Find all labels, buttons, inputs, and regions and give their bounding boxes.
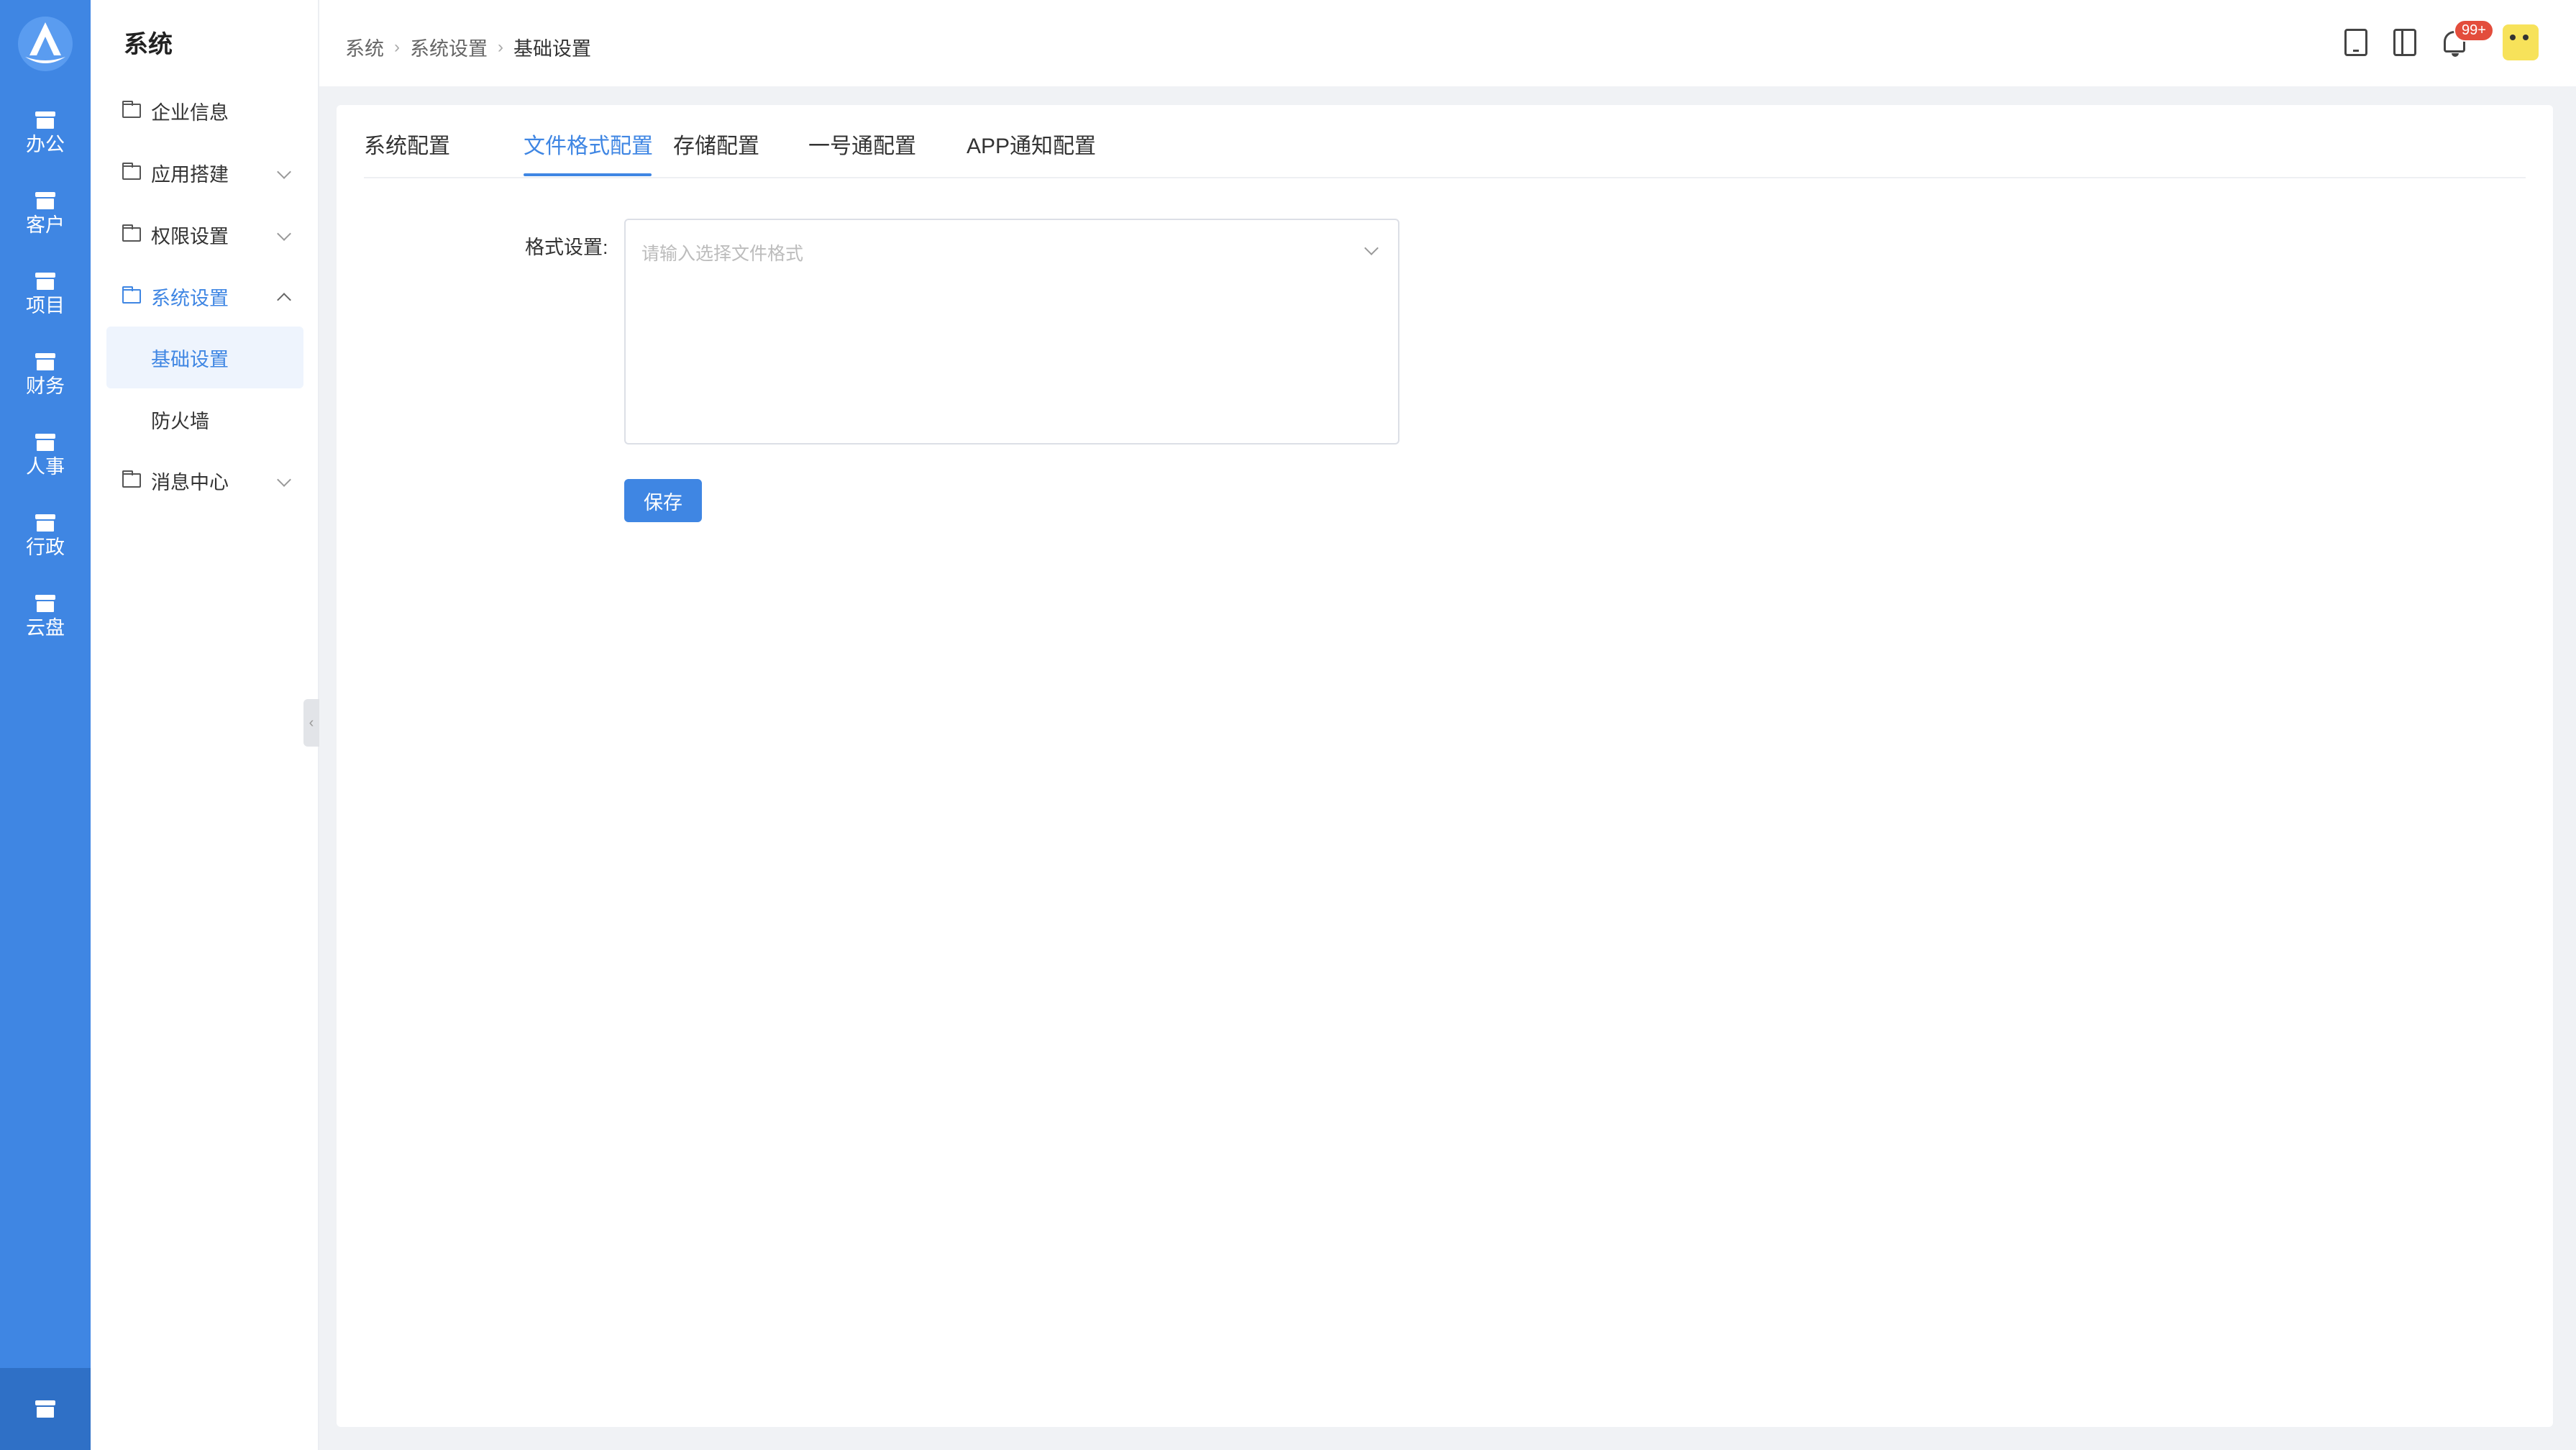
box-icon [35, 273, 55, 290]
breadcrumb-current: 基础设置 [513, 38, 591, 60]
box-icon [35, 1400, 55, 1418]
breadcrumb-item[interactable]: 系统设置 [410, 33, 488, 61]
breadcrumb-item[interactable]: 系统 [345, 33, 384, 61]
file-format-input[interactable] [641, 236, 1332, 272]
rail-item-finance[interactable]: 财务 [0, 339, 91, 411]
sidebar-item-company-info[interactable]: 企业信息 [122, 89, 305, 132]
sidebar-item-label: 消息中心 [151, 471, 229, 493]
top-header: 系统 › 系统设置 › 基础设置 99+ [319, 0, 2576, 86]
avatar[interactable] [2503, 24, 2539, 60]
tab-file-format-config[interactable]: 文件格式配置 [524, 128, 653, 160]
folder-icon [122, 224, 141, 242]
notification-badge: 99+ [2454, 19, 2494, 42]
rail-item-cloud-disk[interactable]: 云盘 [0, 581, 91, 653]
tab-storage-config[interactable]: 存储配置 [673, 128, 759, 160]
sidebar-item-label: 企业信息 [151, 101, 229, 124]
save-button[interactable]: 保存 [624, 479, 702, 522]
tab-app-notification-config[interactable]: APP通知配置 [967, 128, 1096, 160]
box-icon [35, 111, 55, 129]
folder-icon [122, 286, 141, 304]
chevron-up-icon [277, 293, 291, 307]
rail-item-project[interactable]: 项目 [0, 259, 91, 331]
config-tabs: 系统配置 文件格式配置 存储配置 一号通配置 APP通知配置 [364, 105, 2526, 178]
box-icon [35, 595, 55, 612]
sidebar-subitem-label: 防火墙 [151, 410, 209, 432]
tablet-icon[interactable] [2344, 29, 2367, 56]
chevron-down-icon [277, 473, 291, 487]
rail-item-customer[interactable]: 客户 [0, 178, 91, 250]
chevron-right-icon: › [498, 37, 503, 57]
sidebar-subitem-basic-settings[interactable]: 基础设置 [106, 327, 303, 388]
rail-item-hr[interactable]: 人事 [0, 420, 91, 492]
box-icon [35, 353, 55, 370]
main-card: 系统配置 文件格式配置 存储配置 一号通配置 APP通知配置 格式设置: 保存 [337, 105, 2553, 1427]
sidebar-item-label: 权限设置 [151, 225, 229, 247]
chevron-down-icon [277, 227, 291, 241]
sidebar-item-label: 应用搭建 [151, 163, 229, 186]
breadcrumb: 系统 › 系统设置 › 基础设置 [345, 33, 591, 61]
active-tab-indicator [524, 173, 652, 176]
sidebar-subitem-label: 基础设置 [151, 348, 229, 370]
app-rail: 办公 客户 项目 财务 人事 行政 云盘 [0, 0, 91, 1450]
box-icon [35, 192, 55, 209]
sidebar-item-label: 系统设置 [151, 287, 229, 309]
sidebar: 系统 企业信息 应用搭建 权限设置 系统设置 基础设置 防火墙 消息中心 [91, 0, 319, 1450]
format-setting-label: 格式设置: [525, 237, 608, 258]
file-format-select[interactable] [624, 219, 1399, 444]
sidebar-item-permissions[interactable]: 权限设置 [122, 213, 305, 256]
chevron-down-icon [277, 165, 291, 179]
chevron-right-icon: › [394, 37, 400, 57]
folder-icon [122, 470, 141, 488]
rail-item-admin[interactable]: 行政 [0, 501, 91, 573]
chevron-left-icon: ‹ [309, 714, 314, 731]
folder-icon [122, 163, 141, 180]
layout-panel-icon[interactable] [2393, 29, 2416, 56]
header-actions: 99+ [2319, 19, 2539, 60]
folder-icon [122, 101, 141, 118]
rail-item-office[interactable]: 办公 [0, 98, 91, 170]
box-icon [35, 514, 55, 532]
sidebar-item-message-center[interactable]: 消息中心 [122, 459, 305, 502]
sidebar-collapse-handle[interactable]: ‹ [303, 699, 319, 747]
sidebar-title: 系统 [124, 31, 173, 58]
sidebar-item-app-builder[interactable]: 应用搭建 [122, 151, 305, 194]
tab-one-number-config[interactable]: 一号通配置 [808, 128, 916, 160]
chevron-down-icon[interactable] [1364, 241, 1379, 255]
app-logo[interactable] [0, 0, 91, 88]
box-icon [35, 434, 55, 451]
rail-item-system[interactable] [0, 1368, 91, 1450]
notification-button[interactable]: 99+ [2441, 19, 2494, 57]
sidebar-subitem-firewall[interactable]: 防火墙 [106, 388, 303, 450]
logo-icon [18, 17, 73, 71]
sidebar-item-system-settings[interactable]: 系统设置 [122, 275, 305, 318]
tab-system-config[interactable]: 系统配置 [364, 128, 450, 160]
